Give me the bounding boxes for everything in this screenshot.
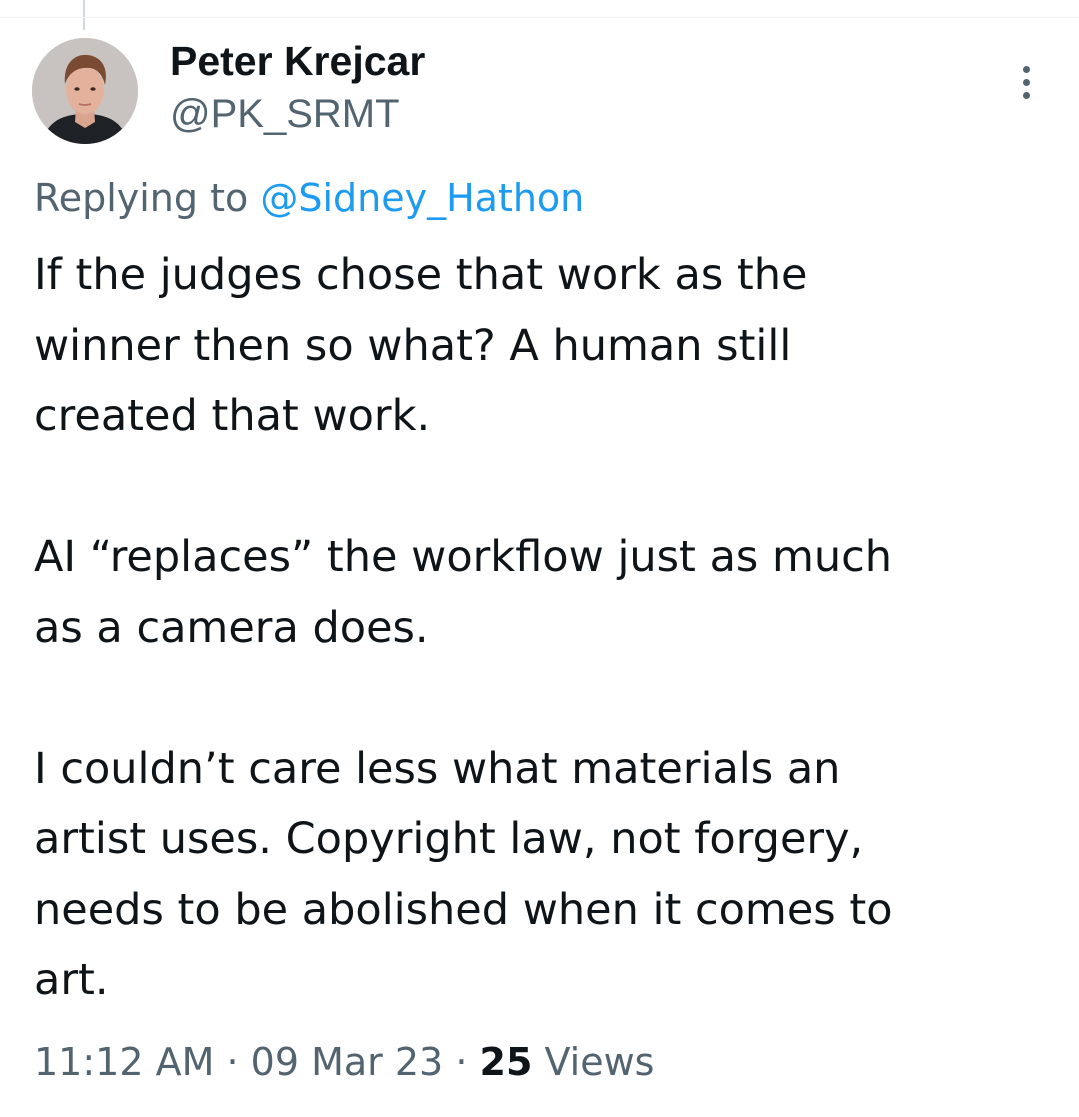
- reply-context: Replying to @Sidney_Hathon: [34, 174, 584, 222]
- more-options-icon-dot: [1022, 91, 1030, 99]
- tweet-text: If the judges chose that work as the win…: [34, 240, 1054, 1016]
- author-display-name[interactable]: Peter Krejcar: [170, 38, 425, 84]
- more-options-icon-dot: [1022, 78, 1030, 86]
- thread-connector-line: [83, 0, 85, 30]
- tweet-date[interactable]: 09 Mar 23: [251, 1040, 444, 1084]
- top-divider: [0, 17, 1079, 18]
- author-handle[interactable]: @PK_SRMT: [170, 92, 425, 136]
- views-count[interactable]: 25: [480, 1040, 533, 1084]
- meta-separator: ·: [226, 1040, 239, 1084]
- tweet-paragraph: AI “replaces” the workflow just as much …: [34, 532, 893, 653]
- more-options-icon: [1022, 65, 1030, 73]
- tweet-meta: 11:12 AM · 09 Mar 23 · 25 Views: [34, 1036, 654, 1088]
- more-options-button[interactable]: [1008, 60, 1044, 104]
- reply-mention-link[interactable]: @Sidney_Hathon: [260, 176, 584, 220]
- tweet-time[interactable]: 11:12 AM: [34, 1040, 214, 1084]
- avatar[interactable]: [32, 38, 138, 144]
- profile-photo: [32, 38, 138, 144]
- reply-context-prefix: Replying to: [34, 176, 249, 220]
- author-block: Peter Krejcar @PK_SRMT: [170, 38, 425, 136]
- tweet-paragraph: I couldn’t care less what materials an a…: [34, 743, 893, 1006]
- meta-separator: ·: [455, 1040, 468, 1084]
- views-label: Views: [544, 1040, 655, 1084]
- tweet-paragraph: If the judges chose that work as the win…: [34, 250, 808, 441]
